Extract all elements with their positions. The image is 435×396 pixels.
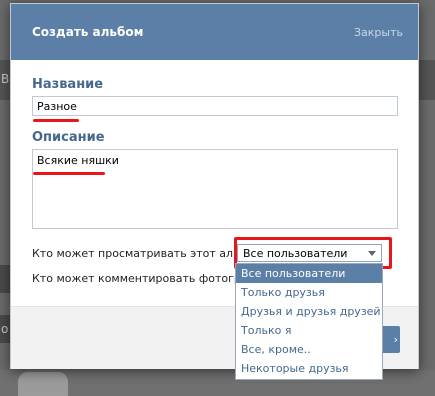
album-description-textarea[interactable]: Всякие няшки [32,149,398,229]
dropdown-option[interactable]: Только я [236,321,382,340]
create-album-dialog: Создать альбом Закрыть Название Разное О… [10,3,419,380]
button-arrow-icon: › [393,333,398,346]
dropdown-option[interactable]: Все пользователи [236,264,382,283]
dropdown-option[interactable]: Друзья и друзья друзей [236,302,382,321]
background-text: В [1,72,10,86]
dropdown-option[interactable]: Все, кроме.. [236,340,382,359]
dropdown-option[interactable]: Только друзья [236,283,382,302]
album-name-input[interactable]: Разное [32,96,398,116]
view-permission-label: Кто может просматривать этот альбом? [32,247,268,260]
name-label: Название [32,77,104,92]
background-panel [0,265,10,293]
description-label: Описание [32,130,105,145]
dialog-title: Создать альбом [32,25,144,39]
annotation-underline [33,119,79,122]
dialog-header: Создать альбом Закрыть [11,4,418,60]
annotation-underline [33,172,105,175]
background-text: о [1,322,9,336]
background-avatar [18,372,68,396]
close-button[interactable]: Закрыть [354,26,403,39]
background-panel [418,60,435,100]
view-permission-dropdown: Все пользователи Только друзья Друзья и … [235,263,383,380]
dropdown-option[interactable]: Некоторые друзья [236,359,382,378]
